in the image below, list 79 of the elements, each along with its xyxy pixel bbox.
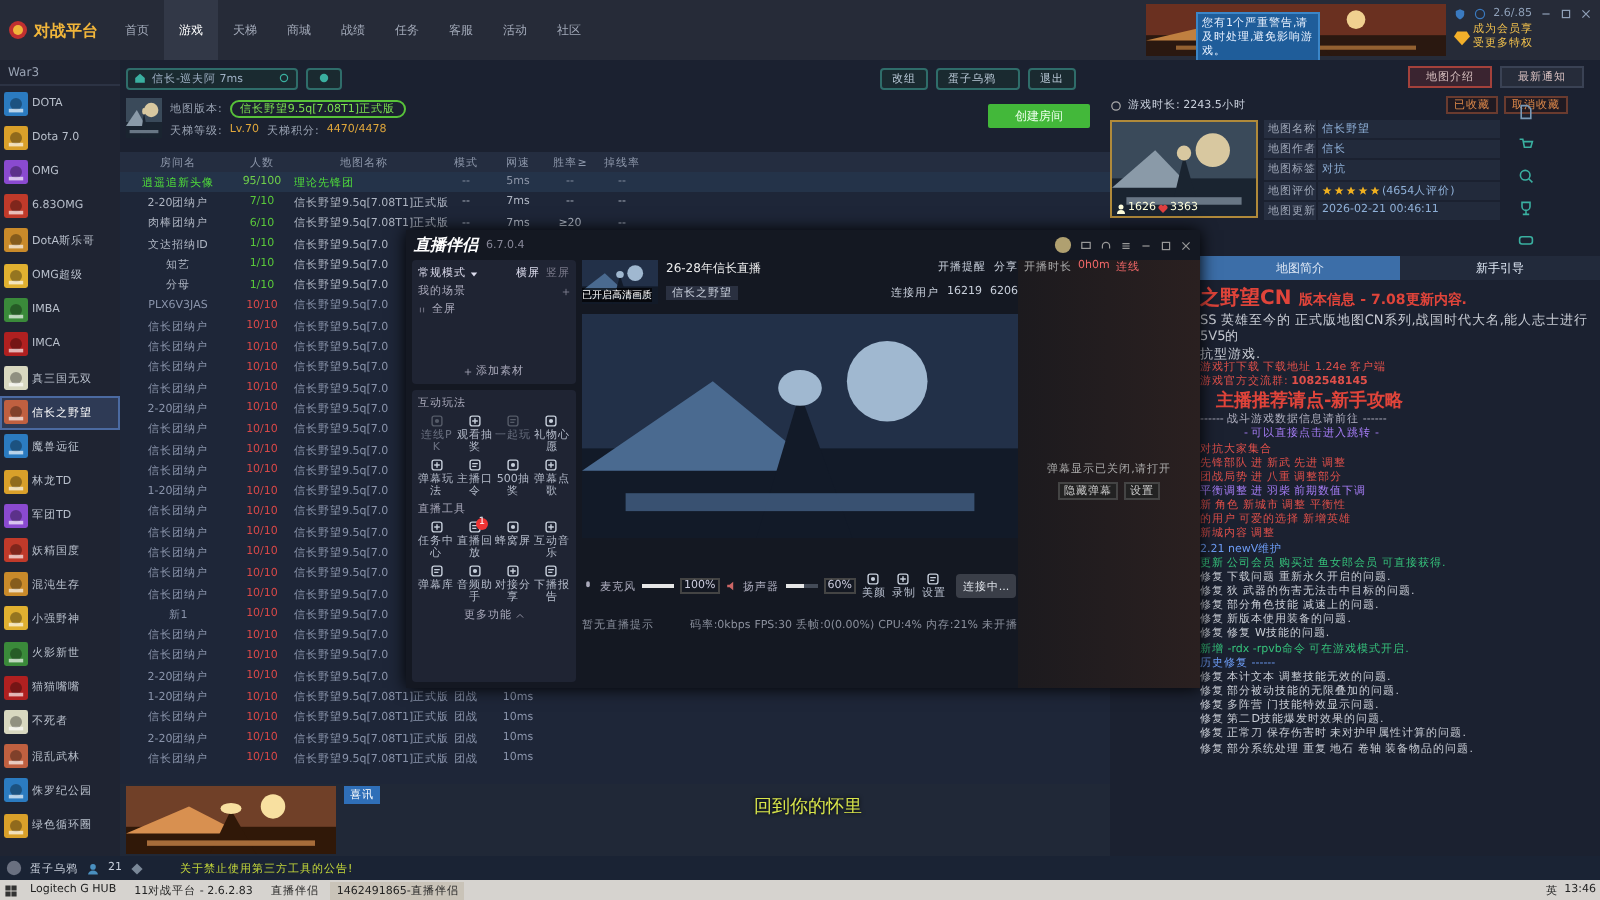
tool-icon: [544, 564, 559, 579]
close-icon[interactable]: [1180, 239, 1192, 251]
tool-icon: [429, 520, 444, 535]
tool-icon: [506, 564, 521, 579]
tool-icon: [506, 414, 521, 428]
tool-icon: [544, 458, 559, 473]
game-icon: [4, 400, 28, 425]
game-icon: [4, 572, 28, 597]
cart-icon[interactable]: [1518, 136, 1534, 152]
game-icon: [4, 297, 28, 322]
game-icon: [4, 331, 28, 356]
avatar-icon: [6, 860, 22, 876]
tool-icon: [926, 572, 941, 586]
game-icon: [4, 125, 28, 150]
game-icon: [4, 606, 28, 631]
description-title: 之野望CN: [1200, 284, 1292, 312]
tool-icon: [429, 414, 444, 428]
diamond-icon[interactable]: [130, 861, 144, 875]
game-icon: [4, 744, 28, 769]
tool-icon: [467, 564, 482, 579]
search-icon[interactable]: [1518, 168, 1534, 184]
minimize-icon[interactable]: [1140, 239, 1152, 251]
tool-icon: [544, 520, 559, 535]
logo-icon: [8, 20, 28, 40]
clock-icon: [1110, 99, 1122, 111]
game-icon: [4, 194, 28, 219]
game-icon: [4, 228, 28, 253]
game-icon: [4, 91, 28, 116]
tool-icon: [506, 458, 521, 473]
menu-icon[interactable]: [1120, 239, 1132, 251]
game-icon: [4, 538, 28, 563]
globe-icon: [1473, 8, 1486, 21]
game-icon: [4, 366, 28, 391]
game-icon: [4, 434, 28, 459]
gamepad-icon[interactable]: [1518, 232, 1534, 248]
game-icon: [4, 709, 28, 734]
windows-icon[interactable]: [4, 883, 18, 897]
diamond-icon: [1453, 30, 1470, 46]
shield-icon: [1453, 8, 1466, 21]
headset-icon[interactable]: [1100, 239, 1112, 251]
tool-icon: [866, 572, 881, 586]
friends-icon[interactable]: [86, 861, 100, 875]
minimize-icon[interactable]: [1540, 8, 1552, 21]
globe-icon: [318, 72, 330, 84]
speaker-icon[interactable]: [725, 580, 738, 593]
game-icon: [4, 503, 28, 528]
game-icon: [4, 263, 28, 288]
tool-icon: [544, 414, 559, 428]
trophy-icon[interactable]: [1518, 200, 1534, 216]
game-icon: [4, 469, 28, 494]
user-icon: [1116, 203, 1126, 213]
plus-icon: [464, 367, 472, 375]
maximize-icon[interactable]: [1160, 239, 1172, 251]
home-icon: [134, 72, 146, 84]
microphone-icon[interactable]: [582, 580, 594, 593]
game-icon: [4, 813, 28, 838]
plus-icon[interactable]: [562, 287, 570, 295]
app-logo: 对战平台: [0, 0, 110, 60]
maximize-icon[interactable]: [1560, 8, 1572, 21]
message-icon[interactable]: [1080, 239, 1092, 251]
avatar-icon: [1054, 236, 1072, 254]
globe-button[interactable]: [306, 67, 342, 89]
tool-icon: [896, 572, 911, 586]
tool-icon: [506, 520, 521, 535]
tool-icon: [467, 458, 482, 473]
stream-app-logo: 直播伴侣: [414, 234, 478, 256]
game-icon: [4, 675, 28, 700]
description-line: 主播推荐请点-新手攻略: [1214, 391, 1406, 413]
tool-icon: [429, 458, 444, 473]
game-icon: [4, 159, 28, 184]
tool-icon: [429, 564, 444, 579]
refresh-icon: [278, 72, 290, 84]
subtitle-caption: 回到你的怀里: [754, 795, 862, 820]
caret-icon: [470, 269, 478, 277]
tool-icon: [467, 414, 482, 428]
heart-icon: [1158, 203, 1168, 213]
game-icon: [4, 778, 28, 803]
game-icon: [4, 641, 28, 666]
close-icon[interactable]: [1580, 8, 1592, 21]
